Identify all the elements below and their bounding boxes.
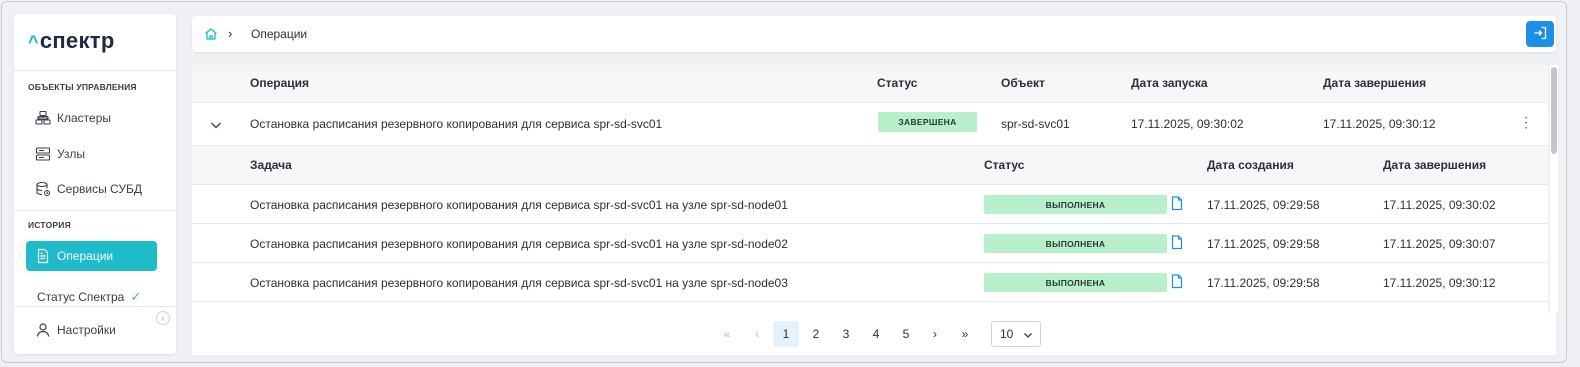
task-name: Остановка расписания резервного копирова… bbox=[250, 237, 788, 251]
section-title-history: ИСТОРИЯ bbox=[28, 220, 71, 230]
chevron-down-icon[interactable] bbox=[209, 118, 223, 132]
document-icon bbox=[35, 248, 51, 264]
column-created[interactable]: Дата создания bbox=[1207, 158, 1294, 172]
status-label: Статус Спектра bbox=[37, 290, 125, 304]
column-task-status[interactable]: Статус bbox=[984, 158, 1024, 172]
table-row[interactable]: Остановка расписания резервного копирова… bbox=[192, 103, 1548, 146]
status-badge: ВЫПОЛНЕНА bbox=[984, 234, 1167, 253]
subtable-header: Задача Статус Дата создания Дата заверше… bbox=[192, 146, 1548, 185]
scrollbar-thumb[interactable] bbox=[1551, 67, 1557, 154]
page-button[interactable]: 2 bbox=[803, 321, 829, 347]
task-name: Остановка расписания резервного копирова… bbox=[250, 276, 788, 290]
section-title-objects: ОБЪЕКТЫ УПРАВЛЕНИЯ bbox=[28, 82, 137, 92]
table-row[interactable]: Остановка расписания резервного копирова… bbox=[192, 185, 1548, 224]
task-created: 17.11.2025, 09:29:58 bbox=[1207, 237, 1320, 251]
status-badge: ВЫПОЛНЕНА bbox=[984, 195, 1167, 214]
sidebar-item-nodes[interactable]: Узлы bbox=[26, 139, 157, 169]
sidebar: ^спектр ОБЪЕКТЫ УПРАВЛЕНИЯ Кластеры Узлы… bbox=[14, 14, 176, 354]
last-page-button[interactable]: » bbox=[952, 321, 978, 347]
logo-caret: ^ bbox=[28, 32, 39, 52]
table-row[interactable]: Остановка расписания резервного копирова… bbox=[192, 224, 1548, 263]
logout-icon bbox=[1533, 26, 1547, 43]
log-file-icon[interactable] bbox=[1171, 235, 1183, 250]
column-task-finished[interactable]: Дата завершения bbox=[1383, 158, 1486, 172]
sidebar-item-clusters[interactable]: Кластеры bbox=[26, 103, 157, 133]
sidebar-item-label: Настройки bbox=[57, 323, 116, 337]
check-icon: ✓ bbox=[130, 289, 142, 304]
sidebar-item-label: Узлы bbox=[57, 147, 85, 161]
task-finished: 17.11.2025, 09:30:12 bbox=[1383, 276, 1496, 290]
sidebar-item-label: Сервисы СУБД bbox=[57, 182, 142, 196]
app-window: ^спектр ОБЪЕКТЫ УПРАВЛЕНИЯ Кластеры Узлы… bbox=[1, 1, 1567, 363]
chevron-down-icon bbox=[1023, 329, 1033, 339]
collapse-sidebar-button[interactable]: ‹ bbox=[156, 311, 170, 325]
operation-object[interactable]: spr-sd-svc01 bbox=[1001, 117, 1070, 131]
operations-table: Операция Статус Объект Дата запуска Дата… bbox=[192, 65, 1548, 313]
user-icon bbox=[35, 322, 51, 338]
task-created: 17.11.2025, 09:29:58 bbox=[1207, 198, 1320, 212]
page-size-value: 10 bbox=[1000, 327, 1014, 341]
page-button[interactable]: 4 bbox=[863, 321, 889, 347]
task-finished: 17.11.2025, 09:30:02 bbox=[1383, 198, 1496, 212]
server-icon bbox=[35, 146, 51, 162]
column-started[interactable]: Дата запуска bbox=[1131, 76, 1208, 90]
sidebar-item-label: Кластеры bbox=[57, 111, 111, 125]
logout-button[interactable] bbox=[1526, 21, 1554, 47]
logo-text: спектр bbox=[39, 28, 115, 53]
divider bbox=[14, 210, 176, 211]
task-name: Остановка расписания резервного копирова… bbox=[250, 198, 788, 212]
column-operation[interactable]: Операция bbox=[250, 76, 309, 90]
first-page-button[interactable]: « bbox=[714, 321, 740, 347]
page-button[interactable]: 5 bbox=[893, 321, 919, 347]
next-page-button[interactable]: › bbox=[922, 321, 948, 347]
top-bar: › Операции bbox=[192, 16, 1556, 52]
operation-started: 17.11.2025, 09:30:02 bbox=[1131, 117, 1244, 131]
operation-finished: 17.11.2025, 09:30:12 bbox=[1323, 117, 1436, 131]
divider bbox=[14, 306, 176, 307]
sidebar-item-label: Операции bbox=[57, 249, 114, 263]
task-finished: 17.11.2025, 09:30:07 bbox=[1383, 237, 1496, 251]
column-task[interactable]: Задача bbox=[250, 158, 292, 172]
cluster-icon bbox=[35, 110, 51, 126]
logo[interactable]: ^спектр bbox=[28, 28, 115, 58]
breadcrumb: Операции bbox=[251, 27, 308, 41]
pagination: « ‹ 1 2 3 4 5 › » 10 bbox=[192, 313, 1556, 355]
column-finished[interactable]: Дата завершения bbox=[1323, 76, 1426, 90]
log-file-icon[interactable] bbox=[1171, 196, 1183, 211]
page-size-select[interactable]: 10 bbox=[991, 321, 1041, 347]
column-status[interactable]: Статус bbox=[877, 76, 917, 90]
sidebar-item-settings[interactable]: Настройки bbox=[26, 315, 157, 345]
divider bbox=[14, 70, 176, 71]
breadcrumb-separator: › bbox=[228, 26, 233, 41]
page-button[interactable]: 1 bbox=[773, 321, 799, 347]
status-badge: ВЫПОЛНЕНА bbox=[984, 273, 1167, 292]
table-header: Операция Статус Объект Дата запуска Дата… bbox=[192, 65, 1548, 103]
home-icon[interactable] bbox=[204, 27, 218, 41]
sidebar-item-db-services[interactable]: Сервисы СУБД bbox=[26, 174, 157, 204]
status-badge: ЗАВЕРШЕНА bbox=[878, 112, 977, 132]
sidebar-item-operations[interactable]: Операции bbox=[26, 241, 157, 271]
database-icon bbox=[35, 181, 51, 197]
column-object[interactable]: Объект bbox=[1001, 76, 1045, 90]
page-button[interactable]: 3 bbox=[833, 321, 859, 347]
more-icon[interactable]: ⋮ bbox=[1519, 115, 1533, 129]
table-row[interactable]: Остановка расписания резервного копирова… bbox=[192, 263, 1548, 302]
prev-page-button[interactable]: ‹ bbox=[744, 321, 770, 347]
task-created: 17.11.2025, 09:29:58 bbox=[1207, 276, 1320, 290]
spectr-status[interactable]: Статус Спектра ✓ bbox=[37, 289, 141, 305]
log-file-icon[interactable] bbox=[1171, 274, 1183, 289]
operation-name: Остановка расписания резервного копирова… bbox=[250, 117, 663, 131]
